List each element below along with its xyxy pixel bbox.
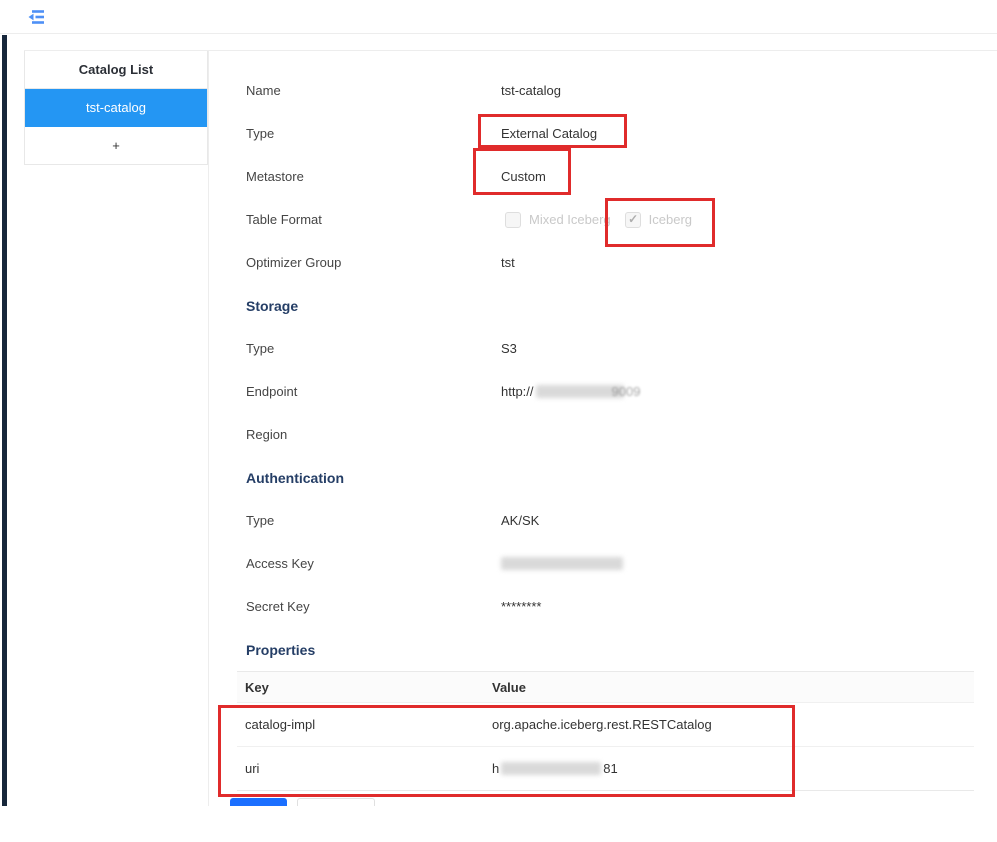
checkbox-checked-icon [625, 212, 641, 228]
footer-button-bar [230, 798, 975, 806]
collapsed-sidebar-strip [2, 35, 7, 806]
field-row-access-key: Access Key [246, 542, 975, 585]
authentication-section-title: Authentication [246, 456, 975, 499]
field-label: Type [246, 513, 501, 528]
field-row-name: Name tst-catalog [246, 69, 975, 112]
checkbox-label: Iceberg [649, 212, 692, 227]
field-row-storage-type: Type S3 [246, 327, 975, 370]
checkbox-iceberg: Iceberg [625, 212, 692, 228]
field-value [501, 557, 623, 570]
catalog-list-title: Catalog List [25, 51, 207, 89]
sidebar-item-tst-catalog[interactable]: tst-catalog [25, 89, 207, 127]
redacted-access-key-blur [501, 557, 623, 570]
field-row-metastore: Metastore Custom [246, 155, 975, 198]
field-value: http:// 9009 [501, 384, 640, 399]
field-row-type: Type External Catalog [246, 112, 975, 155]
field-row-region: Region [246, 413, 975, 456]
field-label: Endpoint [246, 384, 501, 399]
property-value: h 81 [492, 761, 974, 776]
catalog-detail-panel: Name tst-catalog Type External Catalog M… [208, 51, 997, 806]
storage-section-title: Storage [246, 284, 975, 327]
top-bar [0, 0, 997, 34]
uri-suffix: 81 [603, 761, 617, 776]
table-format-checkbox-group: Mixed Iceberg Iceberg [505, 212, 692, 228]
field-row-secret-key: Secret Key ******** [246, 585, 975, 628]
field-label: Region [246, 427, 501, 442]
field-label: Secret Key [246, 599, 501, 614]
checkbox-label: Mixed Iceberg [529, 212, 611, 227]
primary-button[interactable] [230, 798, 287, 806]
checkbox-unchecked-icon [505, 212, 521, 228]
field-label: Name [246, 83, 501, 98]
field-label: Metastore [246, 169, 501, 184]
field-value: External Catalog [501, 126, 597, 141]
properties-table-header: Key Value [237, 672, 974, 702]
property-value: org.apache.iceberg.rest.RESTCatalog [492, 717, 974, 732]
table-row-catalog-impl: catalog-impl org.apache.iceberg.rest.RES… [237, 702, 974, 746]
column-header-value: Value [492, 680, 974, 695]
property-key: uri [237, 761, 492, 776]
properties-table: Key Value catalog-impl org.apache.iceber… [237, 671, 974, 791]
properties-section-title: Properties [246, 628, 975, 671]
field-value: ******** [501, 599, 541, 614]
property-key: catalog-impl [237, 717, 492, 732]
field-label: Access Key [246, 556, 501, 571]
field-value: S3 [501, 341, 517, 356]
secondary-button[interactable] [297, 798, 375, 806]
menu-fold-icon[interactable] [28, 8, 46, 26]
field-value: AK/SK [501, 513, 539, 528]
field-row-endpoint: Endpoint http:// 9009 [246, 370, 975, 413]
field-row-auth-type: Type AK/SK [246, 499, 975, 542]
content-wrapper: Catalog List tst-catalog + Name tst-cata… [24, 50, 997, 806]
field-label: Optimizer Group [246, 255, 501, 270]
field-value: tst [501, 255, 515, 270]
uri-prefix: h [492, 761, 499, 776]
endpoint-prefix: http:// [501, 384, 534, 399]
field-value: Custom [501, 169, 546, 184]
add-catalog-button[interactable]: + [25, 127, 207, 165]
field-value: Mixed Iceberg Iceberg [501, 212, 692, 228]
endpoint-faint-suffix: 9009 [612, 384, 641, 399]
table-row-uri: uri h 81 [237, 746, 974, 790]
column-header-key: Key [237, 680, 492, 695]
field-label: Type [246, 341, 501, 356]
field-label: Table Format [246, 212, 501, 227]
redacted-endpoint-blur [536, 385, 624, 398]
field-row-optimizer-group: Optimizer Group tst [246, 241, 975, 284]
checkbox-mixed-iceberg: Mixed Iceberg [505, 212, 611, 228]
redacted-uri-blur [501, 762, 601, 775]
field-row-table-format: Table Format Mixed Iceberg Iceberg [246, 198, 975, 241]
catalog-sidebar: Catalog List tst-catalog + [24, 51, 208, 806]
catalog-list-box: Catalog List tst-catalog + [24, 51, 208, 165]
field-label: Type [246, 126, 501, 141]
field-value: tst-catalog [501, 83, 561, 98]
